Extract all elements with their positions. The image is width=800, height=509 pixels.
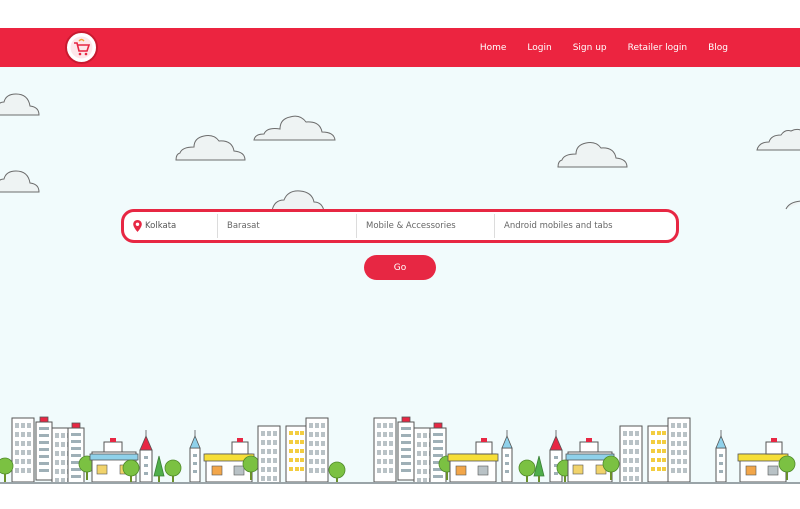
cloud-icon [785, 200, 800, 210]
nav-signup-link[interactable]: Sign up [573, 43, 607, 53]
city-skyline-illustration [0, 416, 796, 484]
search-bar [121, 209, 679, 243]
nav-login-link[interactable]: Login [527, 43, 551, 53]
area-input[interactable] [227, 221, 356, 231]
nav-home-link[interactable]: Home [480, 43, 507, 53]
nav-blog-link[interactable]: Blog [708, 43, 728, 53]
top-margin [0, 0, 800, 28]
cloud-icon [253, 115, 336, 141]
site-logo-icon[interactable] [65, 31, 98, 64]
cloud-icon [0, 170, 40, 193]
location-pin-icon [133, 220, 142, 232]
subcategory-input[interactable] [504, 221, 675, 231]
nav-retailer-login-link[interactable]: Retailer login [628, 43, 687, 53]
area-field-wrapper [218, 214, 357, 238]
bottom-margin [0, 484, 800, 509]
cloud-icon [175, 135, 246, 161]
go-button[interactable]: Go [364, 255, 436, 280]
cloud-icon [756, 128, 800, 151]
nav-links: Home Login Sign up Retailer login Blog [459, 28, 728, 67]
subcategory-field-wrapper [495, 214, 675, 238]
city-field-wrapper [124, 214, 218, 238]
cloud-icon [557, 142, 628, 168]
cloud-icon [0, 93, 40, 116]
category-input[interactable] [366, 221, 494, 231]
city-input[interactable] [145, 221, 217, 231]
category-field-wrapper [357, 214, 495, 238]
